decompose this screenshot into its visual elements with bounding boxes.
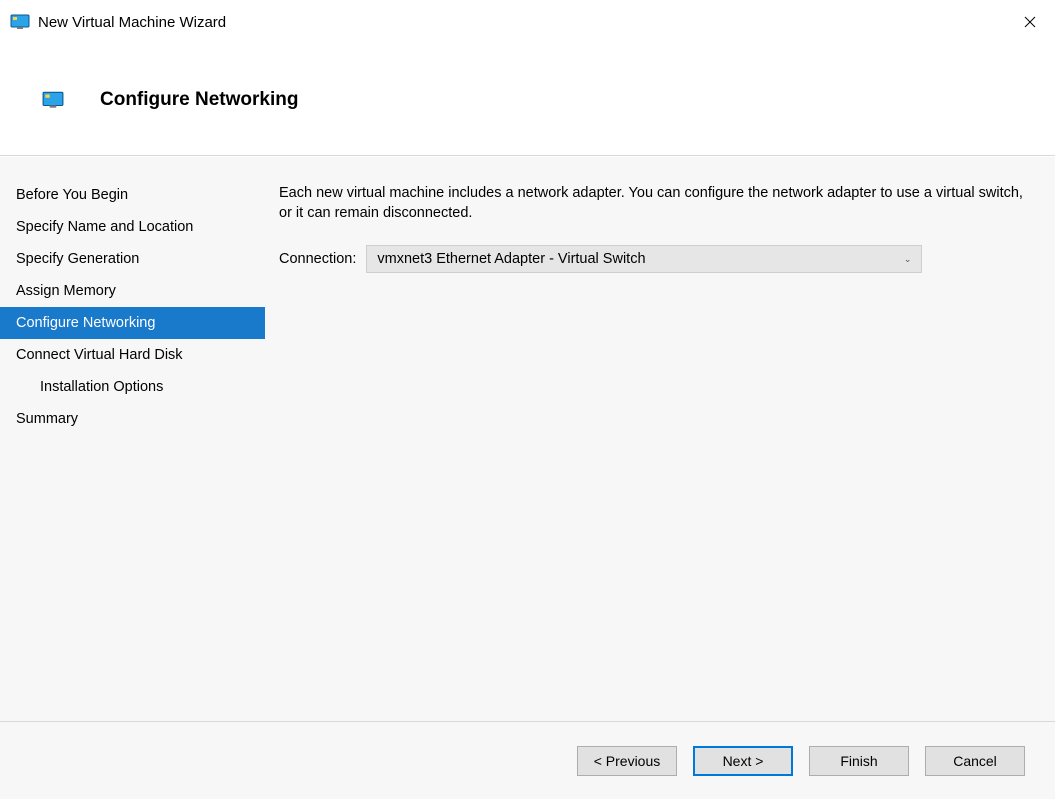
wizard-step-configure-networking[interactable]: Configure Networking: [0, 307, 265, 339]
chevron-down-icon: ⌄: [904, 254, 912, 265]
wizard-step-before-you-begin[interactable]: Before You Begin: [0, 179, 265, 211]
content-panel: Each new virtual machine includes a netw…: [265, 157, 1055, 721]
window-title: New Virtual Machine Wizard: [38, 14, 226, 31]
wizard-step-installation-options[interactable]: Installation Options: [0, 371, 265, 403]
connection-selected-value: vmxnet3 Ethernet Adapter - Virtual Switc…: [377, 251, 645, 267]
titlebar: New Virtual Machine Wizard: [0, 0, 1055, 44]
cancel-button[interactable]: Cancel: [925, 746, 1025, 776]
description-text: Each new virtual machine includes a netw…: [279, 183, 1031, 223]
previous-button[interactable]: < Previous: [577, 746, 677, 776]
connection-dropdown[interactable]: vmxnet3 Ethernet Adapter - Virtual Switc…: [366, 245, 922, 273]
body-area: Before You BeginSpecify Name and Locatio…: [0, 156, 1055, 721]
wizard-step-summary[interactable]: Summary: [0, 403, 265, 435]
close-icon: [1024, 16, 1036, 28]
finish-button[interactable]: Finish: [809, 746, 909, 776]
titlebar-left: New Virtual Machine Wizard: [10, 14, 226, 31]
wizard-icon: [42, 91, 64, 109]
wizard-step-connect-virtual-hard-disk[interactable]: Connect Virtual Hard Disk: [0, 339, 265, 371]
app-icon: [10, 14, 30, 30]
footer-buttons: < Previous Next > Finish Cancel: [0, 721, 1055, 799]
connection-row: Connection: vmxnet3 Ethernet Adapter - V…: [279, 245, 1031, 273]
connection-label: Connection:: [279, 251, 356, 267]
wizard-step-specify-name-and-location[interactable]: Specify Name and Location: [0, 211, 265, 243]
close-button[interactable]: [1007, 6, 1053, 38]
wizard-step-assign-memory[interactable]: Assign Memory: [0, 275, 265, 307]
header-panel: Configure Networking: [0, 44, 1055, 156]
next-button[interactable]: Next >: [693, 746, 793, 776]
page-title: Configure Networking: [100, 89, 298, 111]
wizard-steps-sidebar: Before You BeginSpecify Name and Locatio…: [0, 157, 265, 721]
wizard-step-specify-generation[interactable]: Specify Generation: [0, 243, 265, 275]
